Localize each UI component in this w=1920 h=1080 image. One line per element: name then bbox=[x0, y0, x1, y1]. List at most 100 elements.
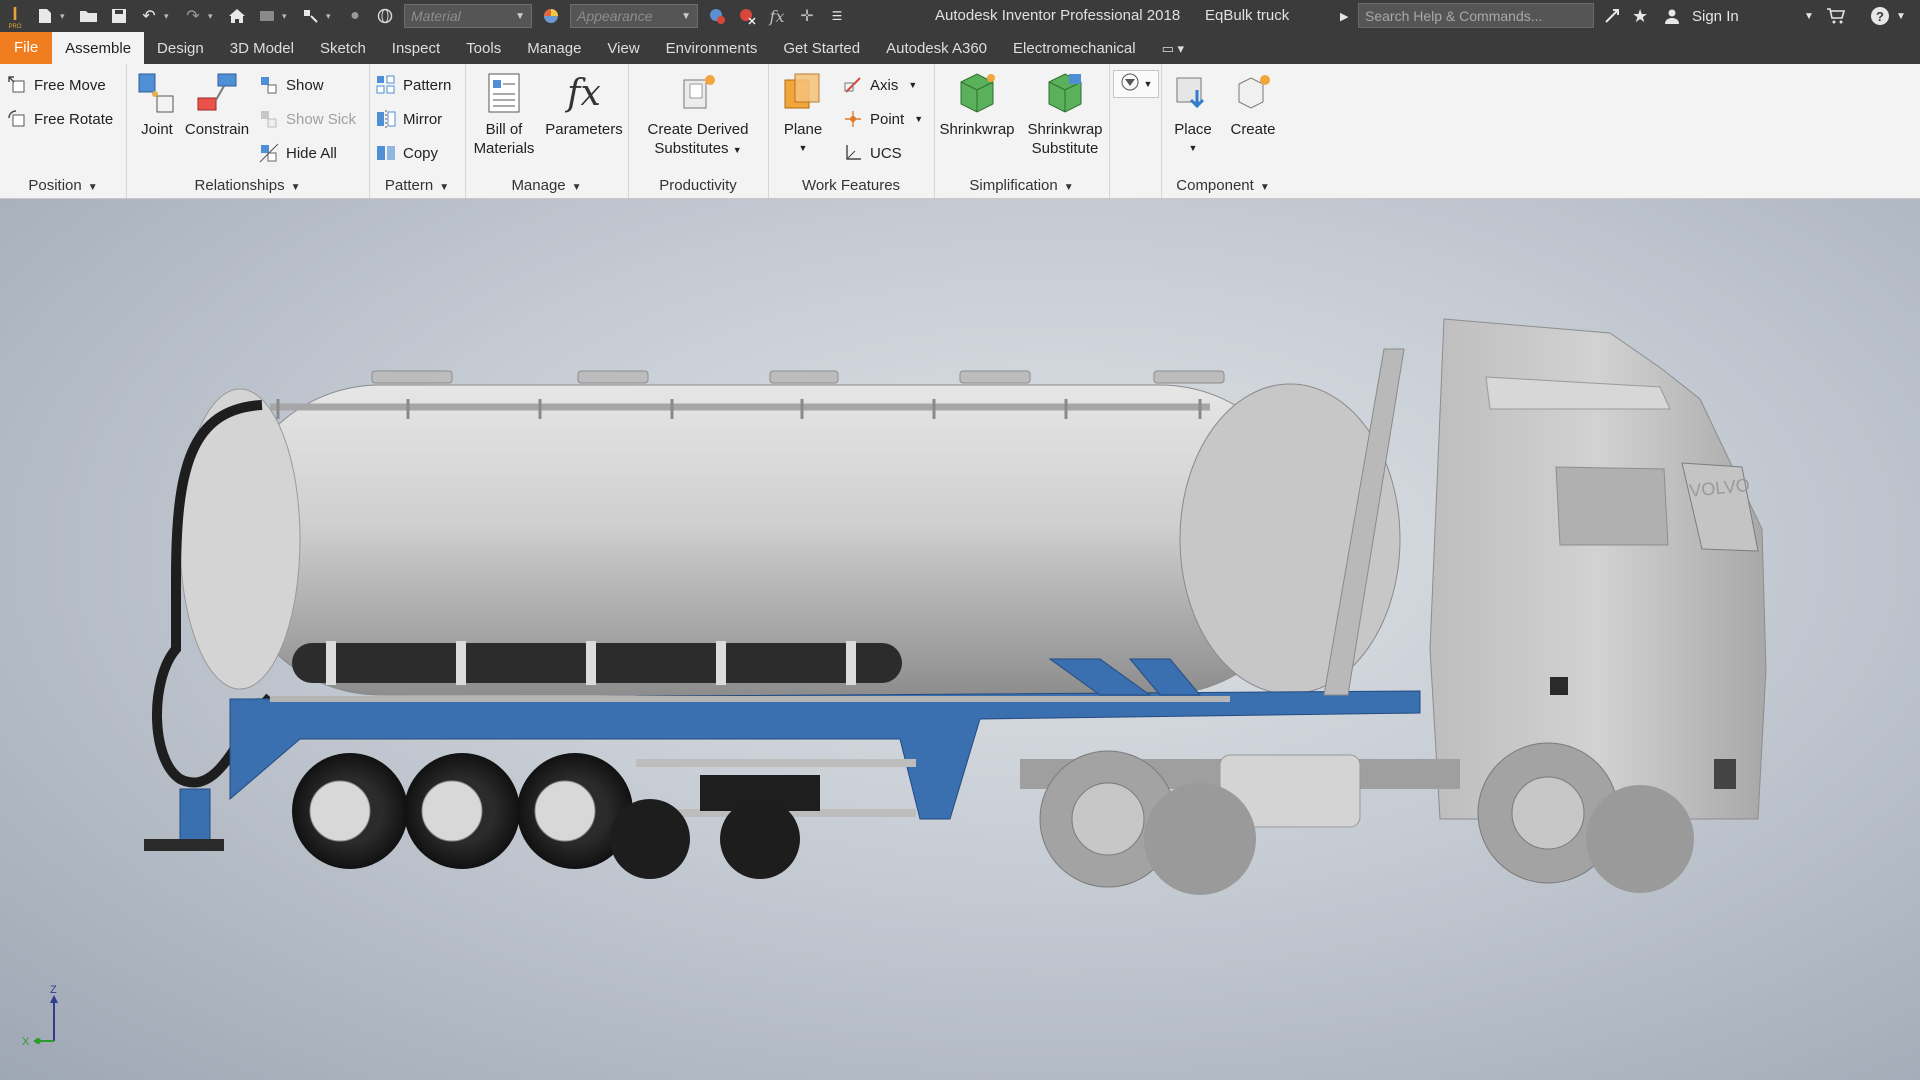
create-derived-substitutes-button[interactable]: Create Derived Substitutes ▼ bbox=[628, 70, 768, 160]
redo-icon[interactable]: ↷ bbox=[180, 3, 206, 29]
undo-dropdown-chevron-icon[interactable]: ▾ bbox=[164, 11, 174, 22]
tab-electromechanical[interactable]: Electromechanical bbox=[1000, 34, 1149, 64]
bom-label-line1: Bill of bbox=[485, 121, 523, 138]
new-document-icon[interactable] bbox=[32, 3, 58, 29]
tab-design[interactable]: Design bbox=[144, 34, 217, 64]
copy-label: Copy bbox=[403, 144, 439, 162]
globe-icon[interactable] bbox=[372, 3, 398, 29]
material-placeholder: Material bbox=[411, 8, 461, 24]
show-sick-label: Show Sick bbox=[286, 110, 357, 128]
appearance-placeholder: Appearance bbox=[577, 8, 653, 24]
cds-label-line2: Substitutes bbox=[654, 140, 729, 157]
adjust-appearance-icon[interactable] bbox=[704, 3, 730, 29]
undo-icon[interactable]: ↶ bbox=[136, 3, 162, 29]
material-chevron-icon: ▼ bbox=[515, 10, 525, 22]
user-icon[interactable] bbox=[1664, 0, 1680, 32]
new-dropdown-chevron-icon[interactable]: ▾ bbox=[60, 11, 70, 22]
pattern-panel-title[interactable]: Pattern ▼ bbox=[369, 177, 465, 194]
hide-all-button[interactable]: Hide All bbox=[258, 140, 337, 166]
cart-icon[interactable] bbox=[1826, 0, 1846, 32]
help-chevron-icon[interactable]: ▼ bbox=[1896, 0, 1906, 32]
clear-appearance-icon[interactable] bbox=[734, 3, 760, 29]
panel-productivity: Create Derived Substitutes ▼ Productivit… bbox=[628, 64, 769, 198]
help-icon[interactable]: ? bbox=[1870, 0, 1890, 32]
redo-dropdown-chevron-icon[interactable]: ▾ bbox=[208, 11, 218, 22]
ucs-button[interactable]: UCS bbox=[842, 140, 902, 166]
point-icon bbox=[842, 108, 864, 130]
shrinkwrap-substitute-button[interactable]: Shrinkwrap Substitute bbox=[1020, 70, 1110, 158]
open-folder-icon[interactable] bbox=[76, 3, 102, 29]
custom-command-dropdown[interactable]: ▼ bbox=[1113, 70, 1159, 98]
show-button[interactable]: Show bbox=[258, 72, 324, 98]
home-icon[interactable] bbox=[224, 3, 250, 29]
sign-in-link[interactable]: Sign In bbox=[1692, 0, 1739, 32]
axis-button[interactable]: Axis ▼ bbox=[842, 72, 917, 98]
select-dropdown-chevron-icon[interactable]: ▾ bbox=[326, 11, 336, 22]
tab-tools[interactable]: Tools bbox=[453, 34, 514, 64]
svg-text:?: ? bbox=[1876, 9, 1884, 24]
ucs-label: UCS bbox=[870, 144, 902, 162]
update-icon[interactable] bbox=[254, 3, 280, 29]
copy-icon bbox=[375, 142, 397, 164]
simplification-title-label: Simplification bbox=[969, 177, 1058, 194]
search-input[interactable]: Search Help & Commands... bbox=[1358, 3, 1594, 28]
place-label: Place bbox=[1174, 121, 1212, 138]
appearance-selector[interactable]: Appearance ▼ bbox=[570, 4, 698, 28]
manage-panel-title[interactable]: Manage ▼ bbox=[465, 177, 628, 194]
simplification-panel-title[interactable]: Simplification ▼ bbox=[934, 177, 1109, 194]
tab-3d-model[interactable]: 3D Model bbox=[217, 34, 307, 64]
sign-in-chevron-icon[interactable]: ▼ bbox=[1804, 0, 1814, 32]
tab-sketch[interactable]: Sketch bbox=[307, 34, 379, 64]
component-title-label: Component bbox=[1176, 177, 1254, 194]
update-dropdown-chevron-icon[interactable]: ▾ bbox=[282, 11, 292, 22]
relationships-panel-title[interactable]: Relationships ▼ bbox=[126, 177, 369, 194]
axis-chevron-icon: ▼ bbox=[908, 80, 918, 90]
customize-qat-chevron-icon[interactable]: ☰ bbox=[824, 3, 850, 29]
tab-assemble[interactable]: Assemble bbox=[52, 32, 145, 64]
copy-button[interactable]: Copy bbox=[375, 140, 438, 166]
tab-autodesk-a360[interactable]: Autodesk A360 bbox=[873, 34, 1000, 64]
free-rotate-button[interactable]: Free Rotate bbox=[6, 106, 113, 132]
truck-model[interactable]: VOLVO bbox=[0, 199, 1920, 1080]
inventor-logo-icon[interactable]: I PRO bbox=[0, 0, 30, 32]
favorites-star-icon[interactable]: ★ bbox=[1632, 0, 1648, 32]
quick-access-toolbar: ▾ ↶ ▾ ↷ ▾ ▾ ▾ ● Material ▼ Appearance ▼ … bbox=[30, 0, 852, 32]
pattern-icon bbox=[375, 74, 397, 96]
shrinkwrap-button[interactable]: Shrinkwrap bbox=[934, 70, 1020, 139]
place-button[interactable]: Place ▼ bbox=[1163, 70, 1223, 158]
pattern-button[interactable]: Pattern bbox=[375, 72, 451, 98]
tab-environments[interactable]: Environments bbox=[653, 34, 771, 64]
ribbon-tabs: File Assemble Design 3D Model Sketch Ins… bbox=[0, 32, 1920, 64]
search-expand-chevron-icon[interactable]: ▶ bbox=[1340, 0, 1348, 32]
crosshair-icon[interactable]: ✛ bbox=[794, 3, 820, 29]
position-panel-title[interactable]: Position ▼ bbox=[0, 177, 126, 194]
create-button[interactable]: Create bbox=[1223, 70, 1283, 139]
tab-view[interactable]: View bbox=[594, 34, 652, 64]
pattern-title-label: Pattern bbox=[384, 177, 434, 194]
free-move-button[interactable]: Free Move bbox=[6, 72, 106, 98]
communication-center-icon[interactable] bbox=[1603, 0, 1621, 32]
mirror-button[interactable]: Mirror bbox=[375, 106, 442, 132]
select-filter-icon[interactable] bbox=[298, 3, 324, 29]
ucs-icon bbox=[842, 142, 864, 164]
save-icon[interactable] bbox=[106, 3, 132, 29]
tab-manage[interactable]: Manage bbox=[514, 34, 594, 64]
graphics-viewport[interactable]: VOLVO Z X bbox=[0, 199, 1920, 1080]
point-button[interactable]: Point ▼ bbox=[842, 106, 923, 132]
measure-icon[interactable]: ● bbox=[342, 3, 368, 29]
plane-chevron-icon: ▼ bbox=[798, 143, 808, 153]
tab-file[interactable]: File bbox=[0, 32, 53, 64]
plane-button[interactable]: Plane ▼ bbox=[768, 70, 838, 158]
tab-inspect[interactable]: Inspect bbox=[379, 34, 453, 64]
ribbon-options-icon[interactable]: ▭ ▾ bbox=[1149, 34, 1197, 64]
constrain-button[interactable]: Constrain bbox=[182, 70, 252, 139]
tab-get-started[interactable]: Get Started bbox=[770, 34, 873, 64]
show-sick-button[interactable]: Show Sick bbox=[258, 106, 356, 132]
panel-simplification: Shrinkwrap Shrinkwrap Substitute Simplif… bbox=[934, 64, 1110, 198]
bill-of-materials-button[interactable]: Bill of Materials bbox=[469, 70, 539, 158]
material-selector[interactable]: Material ▼ bbox=[404, 4, 532, 28]
parameters-button[interactable]: fx Parameters bbox=[543, 70, 625, 139]
joint-button[interactable]: Joint bbox=[132, 70, 182, 139]
fx-parameters-icon[interactable]: fx bbox=[764, 3, 790, 29]
component-panel-title[interactable]: Component ▼ bbox=[1161, 177, 1285, 194]
